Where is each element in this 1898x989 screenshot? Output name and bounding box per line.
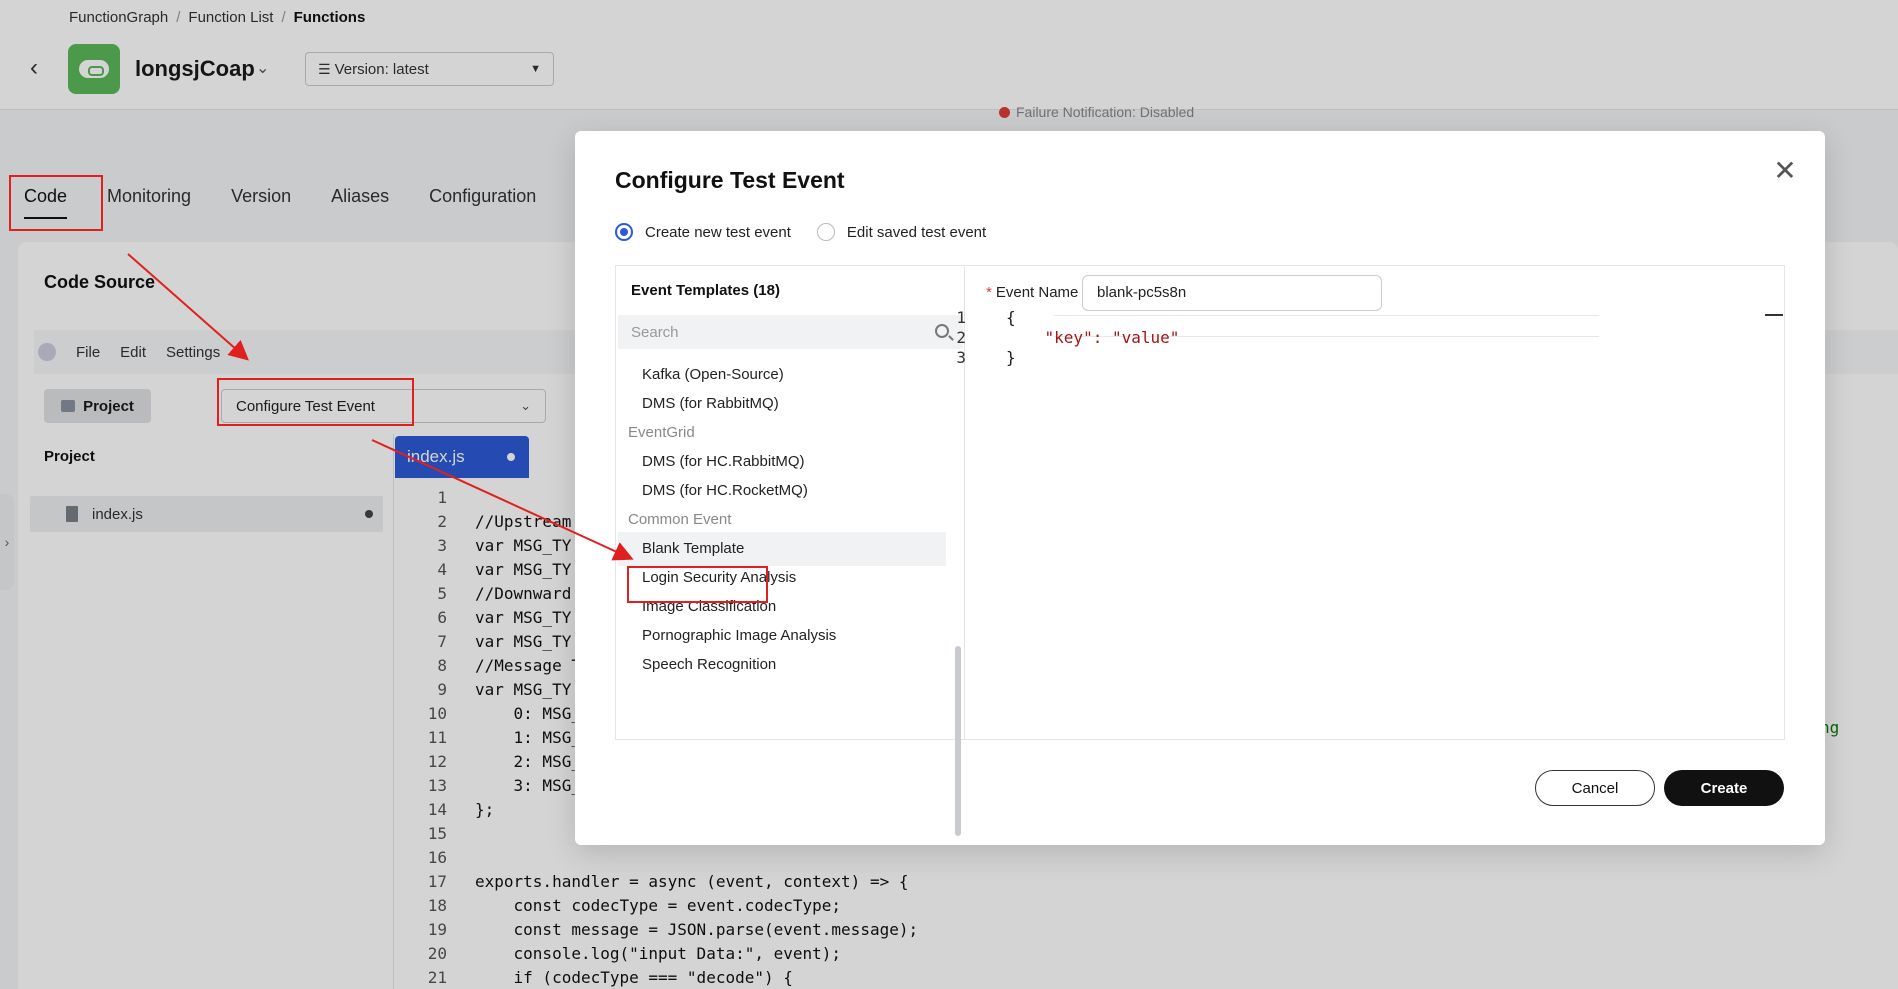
annotation-box-code-tab [9, 175, 103, 231]
json-line-number: 3 [956, 348, 966, 367]
annotation-box-blank-template [627, 566, 768, 603]
annotation-box-test-event [217, 378, 414, 426]
event-name-label: * Event Name [986, 284, 1078, 301]
template-search-input[interactable]: Search [618, 315, 963, 349]
event-mode-radio-group: Create new test event Edit saved test ev… [615, 223, 1012, 241]
event-editor-split: Event Templates (18) Search Kafka (Open-… [615, 265, 1786, 836]
json-line: 3} [926, 346, 1726, 370]
dialog-title: Configure Test Event [615, 167, 845, 193]
json-editor[interactable]: 1{2 "key": "value" 3} [926, 306, 1786, 406]
close-icon[interactable]: ✕ [1771, 157, 1799, 185]
templates-title: Event Templates (18) [631, 282, 780, 299]
radio-create-new[interactable] [615, 223, 633, 241]
radio-create-new-label[interactable]: Create new test event [645, 224, 791, 241]
template-item[interactable]: Speech Recognition [618, 648, 946, 682]
radio-edit-saved-label[interactable]: Edit saved test event [847, 224, 986, 241]
templates-pane: Event Templates (18) Search Kafka (Open-… [616, 266, 965, 836]
template-list: Kafka (Open-Source) DMS (for RabbitMQ) Eve… [616, 354, 946, 739]
cancel-button[interactable]: Cancel [1535, 770, 1655, 806]
configure-test-event-dialog: Configure Test Event ✕ Create new test e… [575, 131, 1825, 845]
search-placeholder: Search [631, 323, 679, 341]
json-text: } [1006, 348, 1016, 367]
event-name-label-text: Event Name [995, 284, 1079, 301]
required-marker: * [986, 284, 992, 301]
template-list-scrollbar[interactable] [955, 646, 961, 836]
create-button[interactable]: Create [1664, 770, 1784, 806]
radio-edit-saved[interactable] [816, 223, 835, 241]
